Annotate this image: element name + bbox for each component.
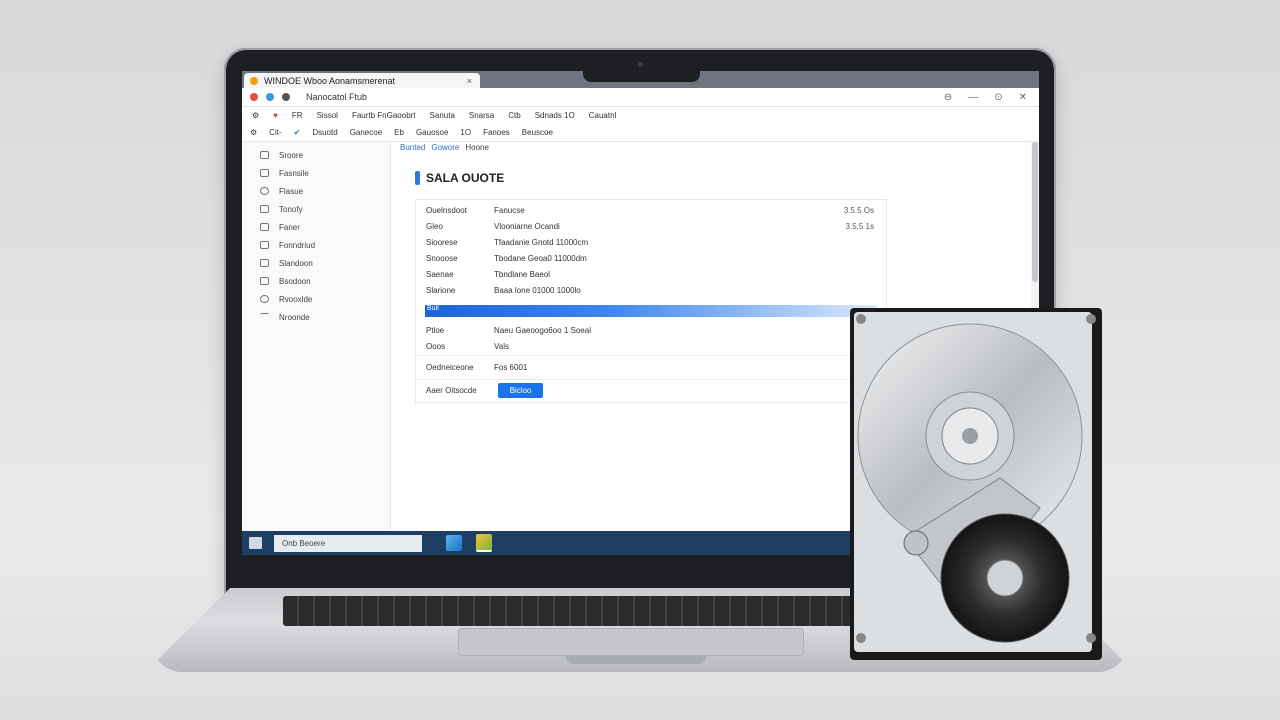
laptop-lip	[566, 656, 706, 664]
files-app-icon[interactable]	[476, 534, 492, 552]
table-row: Ooos Vals	[426, 342, 509, 351]
clock-icon	[260, 295, 269, 303]
breadcrumb-item[interactable]: Hoone	[465, 143, 489, 152]
toolbar-item[interactable]: Fanoes	[483, 128, 510, 137]
webcam	[638, 62, 643, 67]
restore-icon[interactable]: ⊙	[994, 92, 1002, 103]
breadcrumb-item[interactable]: Bunted	[400, 143, 425, 152]
user-icon	[260, 187, 269, 195]
menu-item[interactable]: Snarsa	[469, 111, 494, 120]
mail-icon	[260, 205, 269, 213]
table-row: Snooose Tbodane Geoa0 11000dm	[426, 254, 587, 263]
trackpad	[458, 628, 804, 656]
table-row: Slarione Baaa lone 01000 1000lo	[426, 286, 581, 295]
table-row: Ouelnsdoot Fanucse 3.5.5 Os	[426, 206, 874, 215]
minimize-icon[interactable]: —	[968, 92, 978, 103]
toolbar-item[interactable]: Cit-	[269, 128, 281, 137]
sidebar-item[interactable]: Slandoon	[242, 254, 390, 272]
progress-label: Bull	[427, 305, 439, 312]
table-row: Sioorese Tfaadanie Gnotd 11000cm	[426, 238, 589, 247]
menu-item[interactable]: Ctb	[508, 111, 520, 120]
back-icon[interactable]	[250, 93, 258, 101]
page-title: SALA OUOTE	[415, 171, 504, 185]
toolbar-item[interactable]: Dsuotd	[312, 128, 337, 137]
menu-item[interactable]: Sissol	[317, 111, 338, 120]
browser-app-icon[interactable]	[446, 535, 462, 551]
toolbar-item[interactable]: Eb	[394, 128, 404, 137]
action-label: Aaer Oitsocde	[426, 386, 477, 395]
sidebar-item[interactable]: Tonofy	[242, 200, 390, 218]
sidebar-item[interactable]: Nroonde	[242, 308, 390, 326]
tab-title: WINDOE Wboo Aonamsmerenat	[264, 75, 396, 86]
toolbar-item[interactable]: Ganecoe	[350, 128, 382, 137]
menu-item[interactable]: Cauatnl	[589, 111, 617, 120]
window-controls: ⊖ — ⊙ ✕	[944, 92, 1039, 103]
toolbar-settings-icon[interactable]: ⚙	[250, 128, 257, 137]
browser-tab[interactable]: WINDOE Wboo Aonamsmerenat ×	[244, 73, 480, 88]
table-row: Gleo Vlooniarne Ocandi 3.5.5 1s	[426, 222, 874, 231]
start-icon[interactable]	[249, 537, 262, 549]
menu-item[interactable]: FR	[292, 111, 303, 120]
image-icon	[260, 223, 269, 231]
scrollbar-thumb[interactable]	[1032, 142, 1038, 282]
bookmark-icon	[415, 171, 420, 185]
sidebar-item[interactable]: Flasue	[242, 182, 390, 200]
settings-icon	[260, 313, 269, 321]
close-window-icon[interactable]: ✕	[1019, 92, 1027, 103]
toolbar-item[interactable]: 1O	[460, 128, 471, 137]
calendar-icon	[260, 259, 269, 267]
menu-item[interactable]: Faurtb FnGaoobrt	[352, 111, 416, 120]
heart-icon[interactable]: ♥	[273, 111, 278, 120]
folder-icon	[260, 151, 269, 159]
divider	[416, 379, 886, 380]
progress-bar: Bull	[425, 305, 877, 317]
file-icon	[260, 169, 269, 177]
sidebar-item[interactable]: Bsodoon	[242, 272, 390, 290]
toolbar: ⚙ Cit- ✔ Dsuotd Ganecoe Eb Gauosoe 1O Fa…	[242, 124, 1039, 142]
table-row: Oedneiceone Fos 6001	[426, 363, 528, 372]
taskbar-search[interactable]: Onb Beoere	[274, 534, 422, 552]
sidebar-item[interactable]: Rvooxlde	[242, 290, 390, 308]
quote-panel: Ouelnsdoot Fanucse 3.5.5 Os Gleo Vlooniarne…	[415, 199, 887, 403]
menu-item[interactable]: Sdnads 1O	[535, 111, 575, 120]
app-icon	[250, 76, 258, 85]
list-icon	[260, 241, 269, 249]
breadcrumb-item[interactable]: Gowore	[431, 143, 459, 152]
toolbar-item[interactable]: Gauosoe	[416, 128, 448, 137]
sidebar-item[interactable]: Fasnsile	[242, 164, 390, 182]
zoom-icon[interactable]: ⊖	[944, 92, 952, 103]
profile-icon[interactable]	[282, 93, 290, 101]
camera-notch	[583, 68, 700, 82]
settings-icon[interactable]: ⚙	[252, 111, 259, 120]
sidebar: Sroore Fasnsile Flasue Tonofy Faner Fonn…	[242, 142, 391, 531]
divider	[416, 355, 886, 356]
menu-item[interactable]: Sanuta	[430, 111, 455, 120]
toolbar-item[interactable]: Beuscoe	[522, 128, 553, 137]
sidebar-item[interactable]: Fonndriud	[242, 236, 390, 254]
breadcrumb: Bunted Gowore Hoone	[400, 143, 489, 152]
table-row: PtloeNaeu Gaeoogo6oo 1 Soeal3.5.3	[426, 326, 874, 335]
hard-drive	[850, 308, 1102, 660]
checkmark-icon[interactable]: ✔	[294, 128, 301, 137]
table-row: Saenae Tbndlane Baeol	[426, 270, 551, 279]
tab-close-icon[interactable]: ×	[467, 76, 472, 86]
sidebar-item[interactable]: Sroore	[242, 146, 390, 164]
url-field[interactable]: Nanocatol Ftub	[306, 92, 367, 102]
forward-icon[interactable]	[266, 93, 274, 101]
address-bar: Nanocatol Ftub ⊖ — ⊙ ✕	[242, 88, 1039, 107]
document-icon	[260, 277, 269, 285]
submit-button[interactable]: Bicloo	[498, 383, 543, 398]
menu-bar: ⚙ ♥ FR Sissol Faurtb FnGaoobrt Sanuta Sn…	[242, 107, 1039, 124]
sidebar-item[interactable]: Faner	[242, 218, 390, 236]
keyboard	[283, 596, 863, 626]
